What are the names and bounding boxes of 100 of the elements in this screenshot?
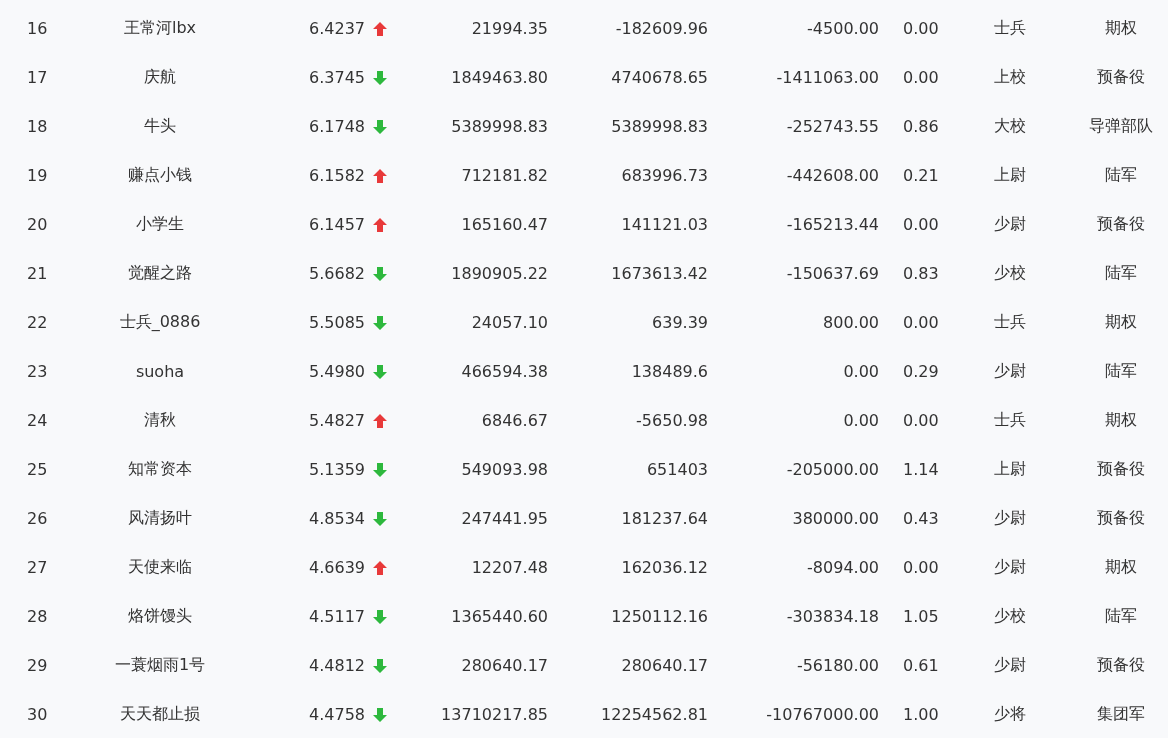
table-cell: 5389998.83 xyxy=(451,117,548,136)
table-cell: -205000.00 xyxy=(786,460,879,479)
table-cell: 549093.98 xyxy=(461,460,548,479)
table-cell: -56180.00 xyxy=(796,656,879,675)
table-cell: 280640.17 xyxy=(461,656,548,675)
name-cell: 天使来临 xyxy=(128,557,192,578)
rank-title-cell: 士兵 xyxy=(994,312,1026,333)
score-cell: 4.4812 xyxy=(309,656,365,675)
table-cell: 380000.00 xyxy=(792,509,879,528)
rank-cell-text: 18 xyxy=(26,117,49,136)
table-cell: -10767000.00 xyxy=(766,705,879,724)
group-cell: 预备役 xyxy=(1097,508,1145,529)
score-cell: 5.5085 xyxy=(309,313,365,332)
rank-title-cell: 少校 xyxy=(994,263,1026,284)
group-cell: 预备役 xyxy=(1097,655,1145,676)
score-cell: 4.4758 xyxy=(309,705,365,724)
table-cell: 21994.35 xyxy=(471,19,548,38)
rank-cell-text: 20 xyxy=(26,215,49,234)
table-cell-text: 0.00 xyxy=(902,19,940,38)
rank-title-cell: 少尉 xyxy=(994,361,1026,382)
group-cell: 期权 xyxy=(1105,557,1137,578)
rank-title-cell: 上尉 xyxy=(994,165,1026,186)
rank-cell-text: 22 xyxy=(26,313,49,332)
group-cell: 预备役 xyxy=(1097,459,1145,480)
rank-cell-text: 27 xyxy=(26,558,49,577)
rank-cell-text: 16 xyxy=(26,19,49,38)
name-cell: 赚点小钱 xyxy=(128,165,192,186)
table-cell-text: 0.29 xyxy=(902,362,940,381)
score-cell: 6.1582 xyxy=(309,166,365,185)
score-cell: 4.6639 xyxy=(309,558,365,577)
group-cell: 陆军 xyxy=(1105,361,1137,382)
table-cell: 1849463.80 xyxy=(451,68,548,87)
name-cell: 王常河lbx xyxy=(123,18,197,39)
rank-cell-text: 21 xyxy=(26,264,49,283)
table-cell-text: 1.05 xyxy=(902,607,940,626)
table-cell-text: 0.21 xyxy=(902,166,940,185)
table-cell-text: 0.83 xyxy=(902,264,940,283)
table-cell-text: 0.43 xyxy=(902,509,940,528)
table-cell: 138489.6 xyxy=(631,362,708,381)
group-cell: 期权 xyxy=(1105,410,1137,431)
table-cell-text: 0.00 xyxy=(902,215,940,234)
group-cell: 陆军 xyxy=(1105,606,1137,627)
rank-title-cell: 士兵 xyxy=(994,410,1026,431)
table-cell: -8094.00 xyxy=(807,558,879,577)
table-cell: 4740678.65 xyxy=(611,68,708,87)
table-cell: -1411063.00 xyxy=(776,68,879,87)
table-cell-text: 0.00 xyxy=(902,313,940,332)
rank-cell-text: 19 xyxy=(26,166,49,185)
table-cell: 165160.47 xyxy=(461,215,548,234)
score-cell: 5.4980 xyxy=(309,362,365,381)
rank-title-cell: 上尉 xyxy=(994,459,1026,480)
name-cell: 天天都止损 xyxy=(120,704,200,725)
rank-cell-text: 23 xyxy=(26,362,49,381)
rank-title-cell: 少尉 xyxy=(994,214,1026,235)
score-cell: 6.1748 xyxy=(309,117,365,136)
table-cell: -303834.18 xyxy=(786,607,879,626)
table-cell: 162036.12 xyxy=(621,558,708,577)
table-cell: 13710217.85 xyxy=(441,705,548,724)
rank-title-cell: 少尉 xyxy=(994,557,1026,578)
score-cell: 5.4827 xyxy=(309,411,365,430)
rank-title-cell: 少尉 xyxy=(994,655,1026,676)
table-cell: 466594.38 xyxy=(461,362,548,381)
score-cell: 5.6682 xyxy=(309,264,365,283)
group-cell: 陆军 xyxy=(1105,263,1137,284)
table-cell-text: 1.00 xyxy=(902,705,940,724)
rank-title-cell: 少将 xyxy=(994,704,1026,725)
score-cell: 4.5117 xyxy=(309,607,365,626)
score-cell: 6.1457 xyxy=(309,215,365,234)
table-cell: 5389998.83 xyxy=(611,117,708,136)
rank-title-cell: 少尉 xyxy=(994,508,1026,529)
table-cell: -4500.00 xyxy=(807,19,879,38)
rank-cell-text: 24 xyxy=(26,411,49,430)
table-cell: 141121.03 xyxy=(621,215,708,234)
table-cell: 1365440.60 xyxy=(451,607,548,626)
table-cell: 280640.17 xyxy=(621,656,708,675)
name-cell: 一蓑烟雨1号 xyxy=(114,655,206,676)
name-cell: 牛头 xyxy=(144,116,176,137)
table-cell-text: 0.00 xyxy=(902,411,940,430)
table-cell: 12207.48 xyxy=(471,558,548,577)
table-cell: 639.39 xyxy=(652,313,708,332)
table-cell: 247441.95 xyxy=(461,509,548,528)
name-cell: 风清扬叶 xyxy=(128,508,192,529)
table-cell: -442608.00 xyxy=(786,166,879,185)
table-cell: 181237.64 xyxy=(621,509,708,528)
name-cell: 知常资本 xyxy=(128,459,192,480)
table-cell: 6846.67 xyxy=(481,411,548,430)
table-cell: -150637.69 xyxy=(786,264,879,283)
group-cell: 预备役 xyxy=(1097,214,1145,235)
table-cell: 0.00 xyxy=(843,411,879,430)
name-cell: 庆航 xyxy=(144,67,176,88)
rank-title-cell: 大校 xyxy=(994,116,1026,137)
name-cell: 觉醒之路 xyxy=(128,263,192,284)
rank-title-cell: 少校 xyxy=(994,606,1026,627)
rank-cell-text: 25 xyxy=(26,460,49,479)
table-cell-text: 1.14 xyxy=(902,460,940,479)
score-cell: 5.1359 xyxy=(309,460,365,479)
name-cell: 清秋 xyxy=(144,410,176,431)
score-cell: 6.4237 xyxy=(309,19,365,38)
table-cell: 24057.10 xyxy=(471,313,548,332)
name-cell: 小学生 xyxy=(136,214,184,235)
